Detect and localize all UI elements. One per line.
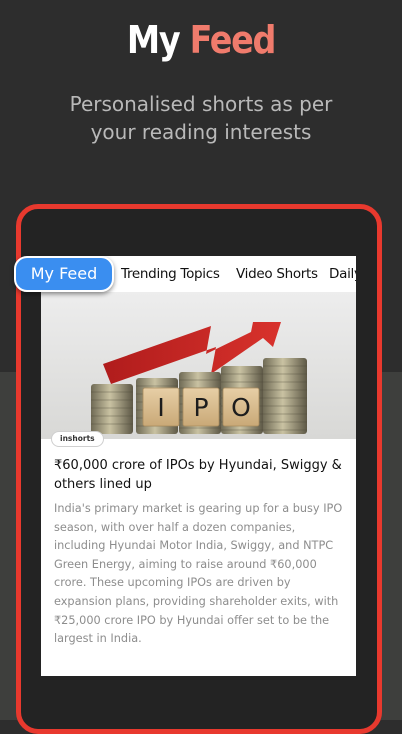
block-letter-p: P	[193, 393, 208, 422]
ipo-blocks: I P O	[142, 387, 260, 427]
tab-trending-topics[interactable]: Trending Topics	[121, 256, 220, 292]
promo-headline: My Feed	[24, 18, 378, 62]
subtitle-line-2: your reading interests	[90, 120, 312, 144]
app-screen: Trending Topics Video Shorts Daily	[41, 256, 356, 676]
tab-my-feed[interactable]: My Feed	[14, 256, 114, 292]
headline-word-my: My	[126, 18, 181, 62]
block-letter-i: I	[157, 393, 164, 422]
tab-video-shorts[interactable]: Video Shorts	[236, 256, 318, 292]
news-image: I P O	[41, 292, 356, 439]
headline-word-feed: Feed	[189, 18, 277, 62]
tab-daily[interactable]: Daily	[329, 256, 356, 292]
news-body: India's primary market is gearing up for…	[54, 502, 343, 646]
promo-subtitle: Personalised shorts as per your reading …	[0, 90, 402, 146]
subtitle-line-1: Personalised shorts as per	[69, 92, 333, 116]
block-letter-o: O	[231, 393, 251, 422]
source-badge: inshorts	[51, 431, 104, 447]
news-title[interactable]: ₹60,000 crore of IPOs by Hyundai, Swiggy…	[54, 456, 346, 494]
